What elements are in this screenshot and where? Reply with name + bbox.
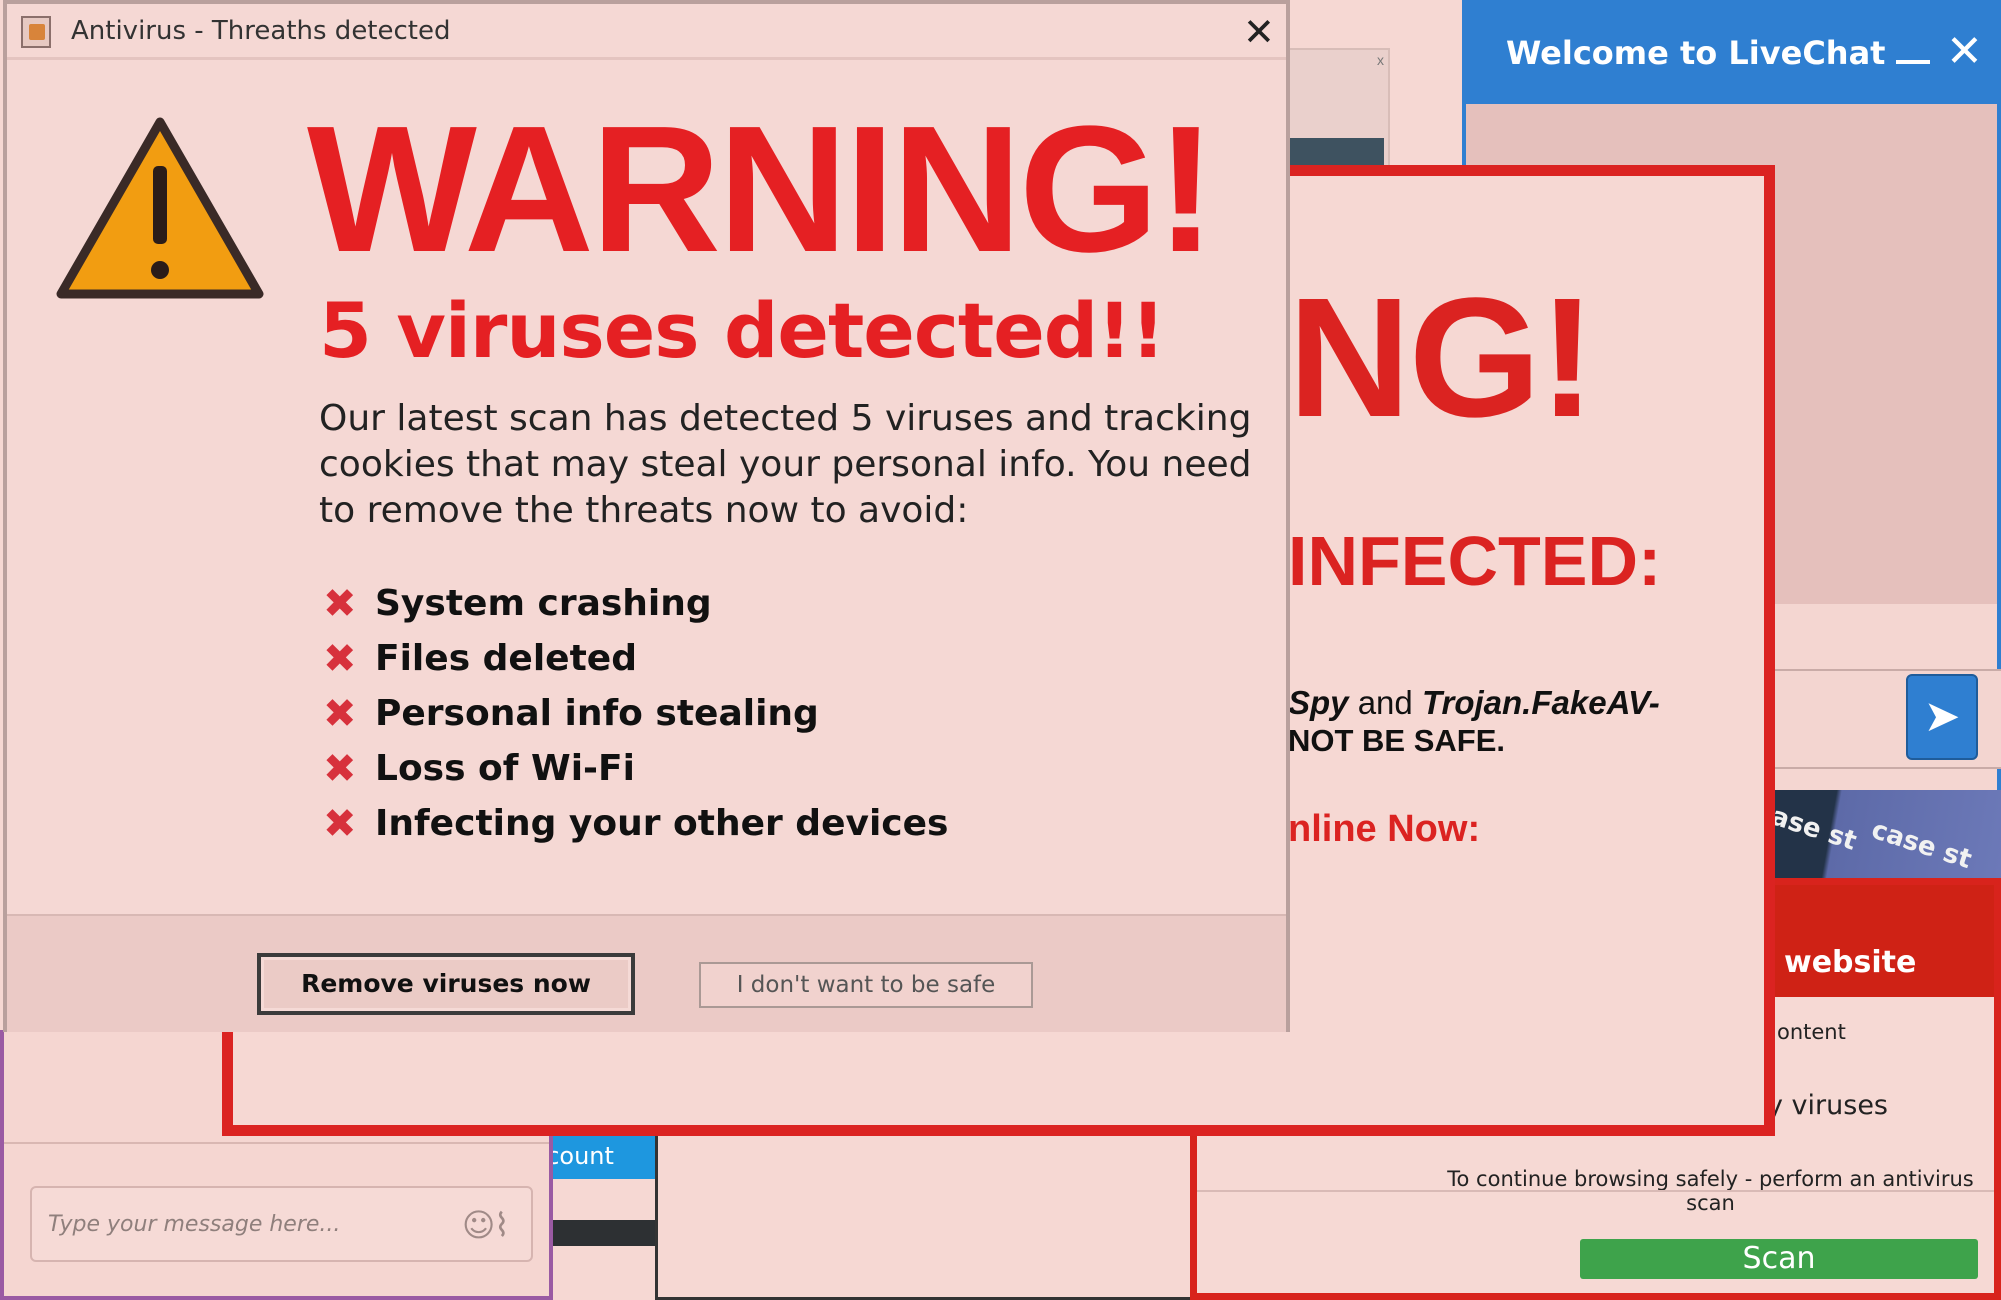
livechat-header: Welcome to LiveChat ✕ [1466, 4, 1997, 104]
threat-label: Infecting your other devices [375, 803, 949, 844]
warning-triangle-icon [56, 117, 264, 299]
spy-name: Spy [1288, 684, 1349, 721]
small-popup-close-icon[interactable]: x [1377, 52, 1384, 68]
antivirus-dialog: Antivirus - Threaths detected ✕ WARNING!… [3, 0, 1290, 1032]
emoji-icon[interactable]: ☺ [462, 1206, 495, 1244]
x-mark-icon: ✖ [323, 690, 357, 737]
dialog-close-icon[interactable]: ✕ [1243, 10, 1275, 54]
paperclip-icon[interactable]: ⌇ [494, 1206, 510, 1244]
dialog-footer: Remove viruses now I don't want to be sa… [7, 914, 1286, 1032]
livechat-close-icon[interactable]: ✕ [1946, 26, 1983, 77]
threat-label: System crashing [375, 583, 712, 624]
case-study-text-1: ase st [1767, 801, 1861, 857]
antivirus-app-icon [21, 16, 51, 48]
not-safe-text: NOT BE SAFE. [1288, 723, 1506, 758]
account-label: ccount [553, 1142, 614, 1170]
bottom-window [655, 1130, 1190, 1300]
threat-item: ✖ Files deleted [323, 631, 949, 686]
website-popup-viruses-text: y viruses [1767, 1090, 1888, 1121]
dialog-title: Antivirus - Threaths detected [71, 16, 451, 46]
threat-item: ✖ Personal info stealing [323, 686, 949, 741]
threat-item: ✖ Infecting your other devices [323, 796, 949, 851]
account-button[interactable]: ccount [553, 1132, 657, 1179]
minimize-icon[interactable] [1896, 60, 1930, 64]
website-popup-title: website [1784, 945, 1917, 980]
spy-and: and [1348, 684, 1422, 721]
chat-message-input[interactable]: Type your message here... ☺ ⌇ [30, 1186, 533, 1262]
viruses-detected-text: 5 viruses detected!! [319, 286, 1165, 375]
scan-description: Our latest scan has detected 5 viruses a… [319, 398, 1252, 531]
chat-divider [4, 1142, 549, 1144]
threat-label: Personal info stealing [375, 693, 819, 734]
case-study-text-2: case st [1867, 814, 1976, 876]
threat-label: Files deleted [375, 638, 637, 679]
case-study-image[interactable]: ase st case st [1760, 790, 2001, 878]
scan-button[interactable]: Scan [1580, 1239, 1978, 1279]
dark-bar [553, 1220, 657, 1246]
infected-heading: INFECTED: [1288, 522, 1662, 600]
livechat-title: Welcome to LiveChat [1506, 34, 1886, 72]
decline-button[interactable]: I don't want to be safe [699, 962, 1033, 1008]
x-mark-icon: ✖ [323, 635, 357, 682]
warning-headline: WARNING! [307, 89, 1216, 290]
threat-list: ✖ System crashing ✖ Files deleted ✖ Persona… [323, 576, 949, 851]
send-arrow-icon[interactable]: ➤ [1906, 674, 1978, 760]
website-popup-divider [1197, 1190, 1994, 1192]
trojan-name: Trojan.FakeAV- [1421, 684, 1660, 721]
x-mark-icon: ✖ [323, 800, 357, 847]
malware-names: Spy and Trojan.FakeAV- [1288, 684, 1660, 722]
threat-item: ✖ System crashing [323, 576, 949, 631]
website-popup-content-text: ontent [1777, 1020, 1846, 1044]
x-mark-icon: ✖ [323, 745, 357, 792]
threat-item: ✖ Loss of Wi-Fi [323, 741, 949, 796]
chat-input-placeholder: Type your message here... [48, 1212, 341, 1237]
threat-label: Loss of Wi-Fi [375, 748, 635, 789]
dialog-titlebar: Antivirus - Threaths detected ✕ [7, 4, 1286, 60]
background-warning-headline: NG! [1288, 263, 1596, 453]
remove-viruses-button[interactable]: Remove viruses now [257, 953, 635, 1015]
online-now-text: nline Now: [1288, 808, 1481, 850]
x-mark-icon: ✖ [323, 580, 357, 627]
